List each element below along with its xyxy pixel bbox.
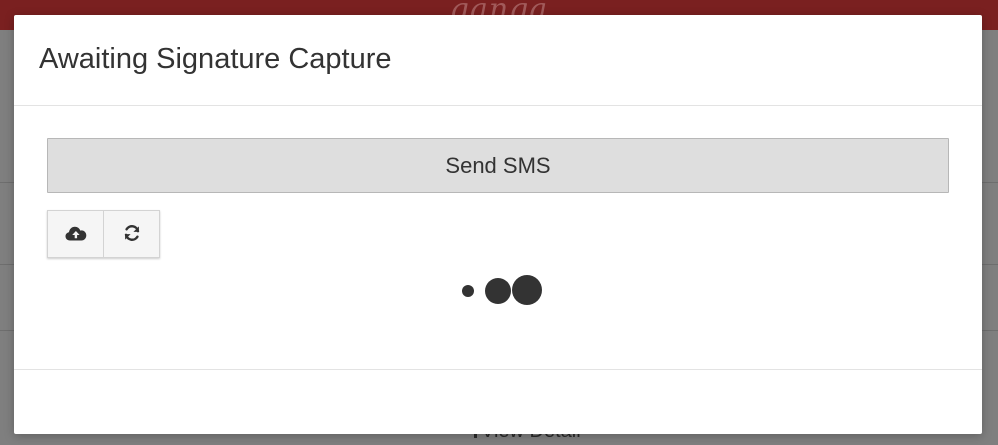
refresh-button[interactable] [104,210,160,258]
modal-footer [14,369,982,435]
send-sms-button[interactable]: Send SMS [47,138,949,193]
cloud-upload-icon [65,225,87,244]
refresh-icon [122,223,142,246]
capture-action-group [47,210,160,258]
loading-indicator [462,271,552,311]
loader-dot [512,275,542,305]
upload-button[interactable] [47,210,104,258]
loader-dot [462,285,474,297]
modal-header: Awaiting Signature Capture [14,15,982,106]
modal-title: Awaiting Signature Capture [39,43,392,75]
loader-dot [485,278,511,304]
signature-capture-modal: Awaiting Signature Capture Send SMS [14,15,982,434]
